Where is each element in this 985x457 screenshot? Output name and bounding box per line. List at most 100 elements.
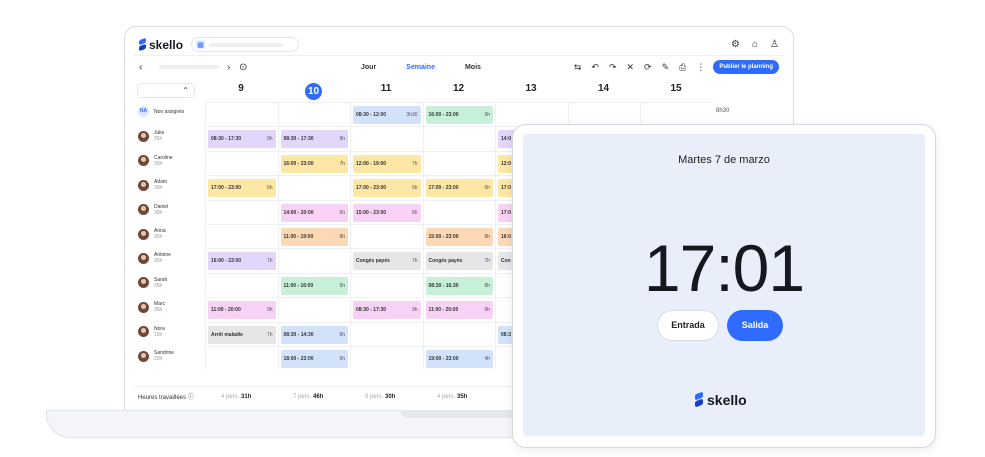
day-cell[interactable]: 08:30 - 17:30 9h xyxy=(277,126,350,151)
employee-info[interactable]: Antoine 35h xyxy=(138,252,171,264)
skello-logo[interactable]: skello xyxy=(139,38,183,52)
day-cell[interactable]: 14:00 - 20:00 6h xyxy=(277,199,350,224)
day-cell[interactable]: 15:00 - 23:00 8h xyxy=(350,199,423,224)
day-cell[interactable]: 16:00 - 23:00 7h xyxy=(277,150,350,176)
shift-block[interactable]: Congés payés 7h xyxy=(425,252,493,271)
shift-block[interactable]: 11:00 - 20:00 9h xyxy=(425,301,493,320)
team-select[interactable]: ⌃ xyxy=(137,83,195,98)
shift-block[interactable]: Arrêt maladie 7h xyxy=(208,325,276,344)
day-cell[interactable] xyxy=(205,272,278,298)
next-week-button[interactable]: › xyxy=(227,62,239,73)
day-cell[interactable] xyxy=(205,199,278,224)
day-cell[interactable] xyxy=(277,248,350,273)
shift-block[interactable]: 17:00 - 23:00 6h xyxy=(208,179,276,198)
day-cell[interactable] xyxy=(277,102,350,127)
day-cell[interactable] xyxy=(350,321,423,346)
day-header[interactable]: 9 xyxy=(205,83,277,94)
day-cell[interactable] xyxy=(205,224,278,249)
day-cell[interactable] xyxy=(277,175,350,200)
shift-block[interactable]: 15:00 - 23:00 8h xyxy=(425,228,493,246)
day-cell[interactable]: 18:00 - 23:00 5h xyxy=(277,346,350,371)
sort-icon[interactable]: ⟳ xyxy=(644,62,652,73)
day-cell[interactable]: 15:00 - 23:00 8h xyxy=(422,224,495,249)
day-header[interactable]: 12 xyxy=(423,83,495,94)
shift-block[interactable]: 08:30 - 16:30 8h xyxy=(425,276,493,295)
day-cell[interactable] xyxy=(640,102,713,127)
day-cell[interactable]: 08:30 - 17:30 9h xyxy=(350,297,423,322)
day-cell[interactable]: 19:00 - 23:00 4h xyxy=(422,346,495,371)
day-cell[interactable]: 11:00 - 20:00 9h xyxy=(205,297,278,322)
shift-block[interactable]: 12:00 - 19:00 7h xyxy=(353,154,421,173)
shift-block[interactable]: 11:00 - 19:00 8h xyxy=(280,228,348,246)
day-cell[interactable]: 08:30 - 14:30 6h xyxy=(277,321,350,346)
day-cell[interactable] xyxy=(350,126,423,151)
shift-block[interactable]: 17:00 - 23:00 6h xyxy=(425,179,493,198)
day-cell[interactable]: 08:30 - 17:30 9h xyxy=(205,126,278,151)
day-cell[interactable] xyxy=(277,297,350,322)
day-cell[interactable] xyxy=(205,102,278,127)
day-cell[interactable]: 08:30 - 12:00 3h30 xyxy=(350,102,423,127)
employee-info[interactable]: Sarah 35h xyxy=(138,277,167,289)
view-week[interactable]: Semaine xyxy=(406,64,435,71)
day-cell[interactable] xyxy=(350,346,423,371)
undo-icon[interactable]: ↶ xyxy=(591,62,599,73)
day-cell[interactable]: 17:00 - 23:00 6h xyxy=(422,175,495,200)
employee-info[interactable]: Anna 35h xyxy=(138,228,166,240)
day-cell[interactable] xyxy=(422,150,495,176)
filter-icon[interactable]: ⇆ xyxy=(574,62,582,73)
day-header[interactable]: 11 xyxy=(350,83,422,94)
employee-info[interactable]: Caroline 35h xyxy=(138,155,173,167)
day-cell[interactable]: 17:00 - 23:00 6h xyxy=(205,175,278,200)
shift-block[interactable]: 18:00 - 23:00 5h xyxy=(280,350,348,368)
day-cell[interactable] xyxy=(205,150,278,176)
shift-block[interactable]: 08:30 - 17:30 9h xyxy=(208,130,276,149)
shift-block[interactable]: 14:00 - 20:00 6h xyxy=(280,203,348,222)
day-cell[interactable]: Congés payés 7h xyxy=(422,248,495,273)
day-cell[interactable] xyxy=(495,102,568,127)
view-month[interactable]: Mois xyxy=(465,64,481,71)
employee-info[interactable]: Marc 35h xyxy=(138,301,165,313)
shift-block[interactable]: 08:30 - 17:30 9h xyxy=(353,301,421,320)
magic-icon[interactable]: ✕ xyxy=(626,62,634,73)
shift-block[interactable]: 15:00 - 23:00 8h xyxy=(353,203,421,222)
shift-block[interactable]: 08:30 - 14:30 6h xyxy=(280,325,348,344)
day-cell[interactable]: 17:00 - 23:00 6h xyxy=(350,175,423,200)
shift-block[interactable]: 08:30 - 17:30 9h xyxy=(280,130,348,149)
day-cell[interactable]: 08:30 - 16:30 8h xyxy=(422,272,495,298)
day-header[interactable]: 14 xyxy=(568,83,640,94)
employee-info[interactable]: Sandrine 20h xyxy=(138,350,174,362)
day-cell[interactable] xyxy=(350,224,423,249)
shift-block[interactable]: 11:00 - 16:00 5h xyxy=(280,276,348,295)
day-cell[interactable] xyxy=(422,321,495,346)
shift-block[interactable]: Congés payés 7h xyxy=(353,252,421,271)
shift-block[interactable]: 16:00 - 23:00 7h xyxy=(208,252,276,271)
day-cell[interactable] xyxy=(422,199,495,224)
shop-selector[interactable]: ▦ xyxy=(191,37,300,52)
employee-info[interactable]: Nora 15h xyxy=(138,326,165,338)
day-cell[interactable]: 11:00 - 19:00 8h xyxy=(277,224,350,249)
employee-info[interactable]: Julie 35h xyxy=(138,130,164,142)
publish-button[interactable]: Publier le planning xyxy=(713,60,779,74)
day-cell[interactable] xyxy=(205,346,278,371)
clock-out-button[interactable]: Salida xyxy=(727,310,783,341)
shift-block[interactable]: 16:00 - 23:00 5h xyxy=(425,106,493,124)
day-cell[interactable]: 12:00 - 19:00 7h xyxy=(350,150,423,176)
user-icon[interactable]: ♙ xyxy=(770,39,779,50)
day-cell[interactable]: 11:00 - 16:00 5h xyxy=(277,272,350,298)
redo-icon[interactable]: ↷ xyxy=(609,62,617,73)
employee-info[interactable]: Adam 30h xyxy=(138,179,167,191)
edit-icon[interactable]: ✎ xyxy=(662,62,670,73)
day-cell[interactable] xyxy=(422,126,495,151)
day-cell[interactable]: 11:00 - 20:00 9h xyxy=(422,297,495,322)
shift-block[interactable]: 17:00 - 23:00 6h xyxy=(353,179,421,198)
view-day[interactable]: Jour xyxy=(361,64,376,71)
day-header-today[interactable]: 10 xyxy=(278,83,350,100)
day-cell[interactable]: 16:00 - 23:00 7h xyxy=(205,248,278,273)
day-cell[interactable]: Arrêt maladie 7h xyxy=(205,321,278,346)
employee-info[interactable]: NA Non assignés xyxy=(138,106,184,117)
day-cell[interactable]: 16:00 - 23:00 5h xyxy=(422,102,495,127)
day-cell[interactable] xyxy=(350,272,423,298)
shift-block[interactable]: 19:00 - 23:00 4h xyxy=(425,350,493,368)
shift-block[interactable]: 08:30 - 12:00 3h30 xyxy=(353,106,421,124)
day-header[interactable]: 13 xyxy=(495,83,567,94)
